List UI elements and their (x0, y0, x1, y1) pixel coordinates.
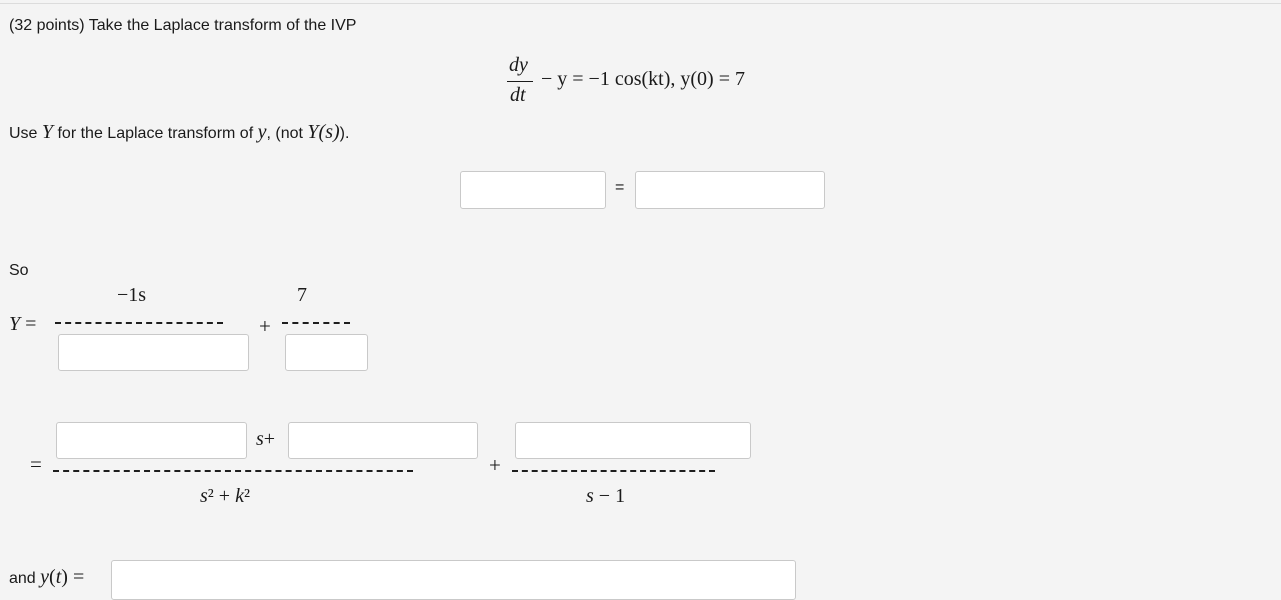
plus-sign-1: + (259, 314, 271, 338)
denominator-1: s² + k² (200, 485, 250, 507)
and-yt-label: and y(t) = (9, 566, 84, 589)
combined-fraction-bar-1 (53, 470, 413, 472)
combined-fraction-bar-2 (512, 470, 715, 472)
s-plus-label: s+ (256, 428, 276, 450)
term2-numerator-input[interactable] (515, 422, 751, 459)
instruction-mid: for the Laplace transform of (57, 125, 254, 142)
instruction-not: , (not (266, 125, 303, 142)
term2-numerator: 7 (297, 284, 307, 306)
term1-fraction-bar (55, 322, 223, 324)
Y-equals-label: Y = (9, 313, 37, 335)
instruction-Ys: Y(s) (307, 121, 340, 143)
term1-denominator-input[interactable] (58, 334, 249, 371)
ivp-fraction-bar (507, 81, 533, 82)
instruction-line: Use Y for the Laplace transform of y, (n… (9, 121, 349, 144)
instruction-end: ). (339, 125, 350, 142)
transform-equals-sign: = (615, 179, 625, 196)
equals-sign-2: = (30, 452, 42, 476)
and-label: and (9, 570, 36, 587)
term2-denominator-input[interactable] (285, 334, 368, 371)
const-numerator-input[interactable] (288, 422, 478, 459)
ivp-dt: dt (510, 84, 526, 106)
term2-fraction-bar (282, 322, 350, 324)
transform-lhs-input[interactable] (460, 171, 606, 209)
term1-numerator: −1s (117, 284, 147, 306)
instruction-use: Use (9, 125, 38, 142)
yt-answer-input[interactable] (111, 560, 796, 600)
ivp-rest: − y = −1 cos(kt), y(0) = 7 (541, 68, 745, 90)
yt-label: y(t) = (40, 566, 85, 588)
transform-rhs-input[interactable] (635, 171, 825, 209)
coef-s-input[interactable] (56, 422, 247, 459)
problem-header: (32 points) Take the Laplace transform o… (9, 17, 357, 34)
top-divider (0, 3, 1281, 4)
denominator-2: s − 1 (586, 485, 626, 507)
ivp-dy: dy (509, 54, 528, 76)
plus-sign-2: + (489, 453, 501, 477)
so-label: So (9, 262, 29, 279)
instruction-Y: Y (41, 121, 54, 143)
